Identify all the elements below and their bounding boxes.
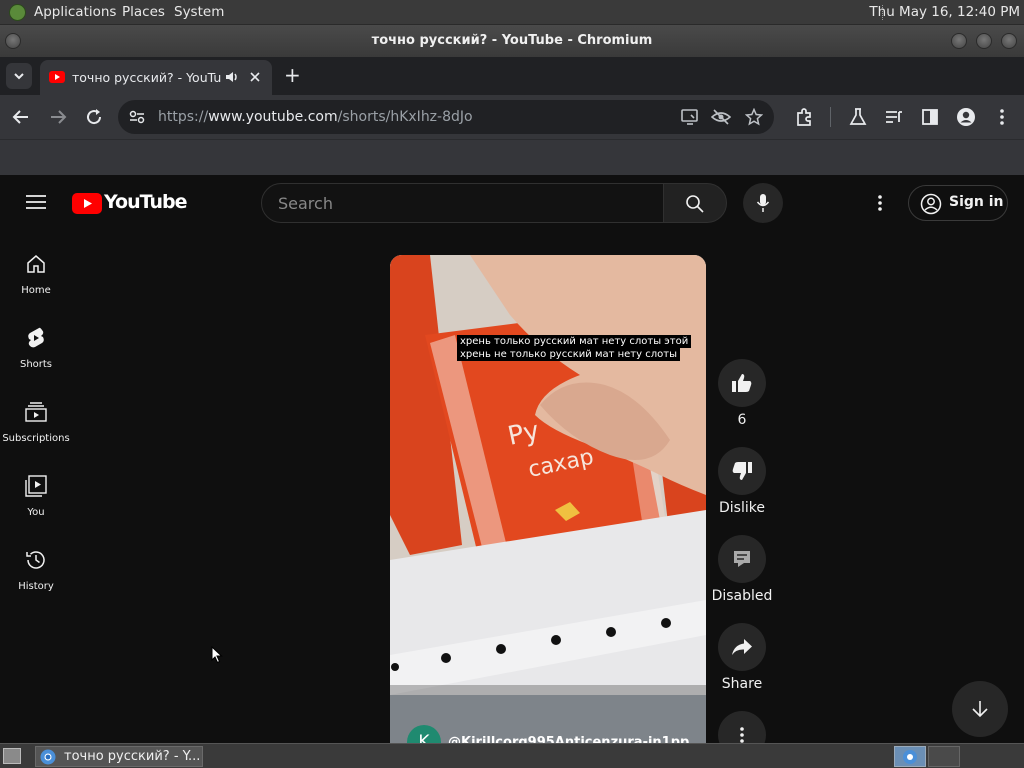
microphone-icon bbox=[756, 194, 770, 212]
maximize-button[interactable] bbox=[976, 33, 992, 49]
labs-flask-icon[interactable] bbox=[848, 107, 868, 127]
you-icon bbox=[25, 475, 47, 497]
thumbs-up-icon bbox=[732, 374, 752, 392]
menu-applications[interactable]: Applications bbox=[34, 4, 116, 20]
thumbs-down-icon bbox=[732, 462, 752, 480]
youtube-logo[interactable]: YouTube bbox=[72, 191, 187, 215]
browser-toolbar: https://www.youtube.com/shorts/hKxIhz-8d… bbox=[0, 95, 1024, 139]
svg-text:Ру: Ру bbox=[505, 416, 542, 452]
share-button[interactable] bbox=[718, 623, 766, 671]
sidebar-item-label: Home bbox=[21, 285, 51, 296]
reload-icon[interactable] bbox=[85, 108, 103, 126]
share-label: Share bbox=[721, 676, 763, 692]
tab-search-button[interactable] bbox=[6, 63, 32, 89]
subscriptions-icon bbox=[25, 402, 47, 422]
subtitle-line-2: хрень не только русский мат нету слоты bbox=[457, 348, 680, 361]
cast-install-icon[interactable] bbox=[680, 108, 700, 126]
sidebar-item-subscriptions[interactable]: Subscriptions bbox=[0, 397, 72, 471]
share-icon bbox=[732, 639, 752, 655]
toolbar-extension-strip bbox=[0, 139, 1024, 175]
subtitle-line-1: хрень только русский мат нету слоты этой bbox=[457, 335, 692, 348]
profile-icon[interactable] bbox=[956, 107, 976, 127]
media-controls-icon[interactable] bbox=[884, 107, 904, 127]
chevron-down-icon bbox=[14, 73, 24, 80]
youtube-logo-icon bbox=[72, 193, 102, 214]
site-settings-icon[interactable] bbox=[129, 110, 145, 124]
tab-strip: точно русский? - YouTube + bbox=[0, 57, 1024, 95]
arrow-down-icon bbox=[972, 701, 988, 718]
history-icon bbox=[26, 551, 45, 569]
comments-disabled-label: Disabled bbox=[711, 588, 773, 604]
settings-dots-icon[interactable] bbox=[874, 193, 886, 213]
eye-off-icon[interactable] bbox=[711, 108, 731, 126]
taskbar-window-button[interactable]: точно русский? - Y... bbox=[35, 746, 203, 767]
workspace-2[interactable] bbox=[928, 746, 960, 767]
dislike-label: Dislike bbox=[719, 500, 765, 516]
comments-icon bbox=[734, 551, 750, 567]
mouse-cursor-icon bbox=[211, 646, 223, 664]
clock[interactable]: Thu May 16, 12:40 PM bbox=[869, 4, 1020, 20]
sidebar-item-history[interactable]: History bbox=[0, 545, 72, 619]
youtube-logo-text: YouTube bbox=[104, 191, 187, 213]
forward-icon[interactable] bbox=[49, 108, 67, 126]
sidebar-item-home[interactable]: Home bbox=[0, 249, 72, 323]
new-tab-button[interactable]: + bbox=[284, 63, 301, 87]
sign-in-button[interactable]: Sign in bbox=[908, 185, 1008, 221]
browser-tab[interactable]: точно русский? - YouTube bbox=[40, 60, 272, 95]
search-box[interactable]: Search bbox=[261, 183, 664, 223]
url-text[interactable]: https://www.youtube.com/shorts/hKxIhz-8d… bbox=[158, 109, 473, 125]
sidebar-item-shorts[interactable]: Shorts bbox=[0, 323, 72, 397]
menu-places[interactable]: Places bbox=[122, 4, 165, 20]
sidebar-item-label: Subscriptions bbox=[2, 433, 70, 444]
more-dots-icon bbox=[740, 727, 744, 743]
window-titlebar[interactable]: точно русский? - YouTube - Chromium bbox=[0, 25, 1024, 57]
close-window-button[interactable] bbox=[1001, 33, 1017, 49]
account-icon bbox=[920, 193, 942, 215]
chromium-icon bbox=[40, 749, 56, 765]
search-icon bbox=[686, 195, 704, 213]
show-desktop-icon[interactable] bbox=[3, 748, 21, 764]
side-panel-icon[interactable] bbox=[920, 107, 940, 127]
youtube-page: YouTube Search Sign in Home Shorts Subsc… bbox=[0, 175, 1024, 743]
short-video-player[interactable]: Ру сахар хрень только русский мат нету с… bbox=[390, 255, 706, 743]
chromium-workspace-icon bbox=[903, 750, 917, 764]
bottom-taskbar: точно русский? - Y... bbox=[0, 743, 1024, 768]
toolbar-separator bbox=[830, 107, 831, 127]
close-tab-icon[interactable] bbox=[249, 71, 261, 83]
address-bar[interactable]: https://www.youtube.com/shorts/hKxIhz-8d… bbox=[118, 100, 774, 134]
comments-button[interactable] bbox=[718, 535, 766, 583]
sign-in-label: Sign in bbox=[949, 194, 1004, 210]
youtube-favicon bbox=[49, 71, 65, 83]
like-count: 6 bbox=[737, 412, 747, 428]
more-actions-button[interactable] bbox=[718, 711, 766, 743]
sidebar-item-label: Shorts bbox=[19, 359, 53, 370]
speaker-icon[interactable] bbox=[225, 70, 239, 84]
tab-title: точно русский? - YouTube bbox=[72, 70, 222, 85]
top-system-panel: Applications Places System Thu May 16, 1… bbox=[0, 0, 1024, 25]
workspace-switcher[interactable] bbox=[894, 746, 926, 767]
menu-system[interactable]: System bbox=[174, 4, 224, 20]
next-short-button[interactable] bbox=[952, 681, 1008, 737]
voice-search-button[interactable] bbox=[743, 183, 783, 223]
shorts-icon bbox=[28, 327, 44, 348]
chrome-menu-icon[interactable] bbox=[994, 107, 1010, 127]
taskbar-window-title: точно русский? - Y... bbox=[64, 749, 201, 764]
hamburger-menu-icon[interactable] bbox=[26, 194, 46, 210]
back-icon[interactable] bbox=[12, 108, 30, 126]
window-title: точно русский? - YouTube - Chromium bbox=[371, 33, 653, 48]
channel-handle[interactable]: @Kirillcorg995Anticenzura-in1pp bbox=[448, 735, 689, 743]
bookmark-star-icon[interactable] bbox=[745, 108, 763, 126]
video-frame-image: Ру сахар bbox=[390, 255, 706, 743]
dislike-button[interactable] bbox=[718, 447, 766, 495]
search-input[interactable]: Search bbox=[278, 194, 333, 213]
sidebar-item-label: History bbox=[18, 581, 54, 592]
mate-logo-icon[interactable] bbox=[9, 4, 26, 21]
home-icon bbox=[27, 255, 45, 273]
like-button[interactable] bbox=[718, 359, 766, 407]
sidebar-item-label: You bbox=[27, 507, 45, 518]
search-button[interactable] bbox=[663, 183, 727, 223]
sidebar-item-you[interactable]: You bbox=[0, 471, 72, 545]
extensions-icon[interactable] bbox=[795, 107, 815, 127]
minimize-button[interactable] bbox=[951, 33, 967, 49]
